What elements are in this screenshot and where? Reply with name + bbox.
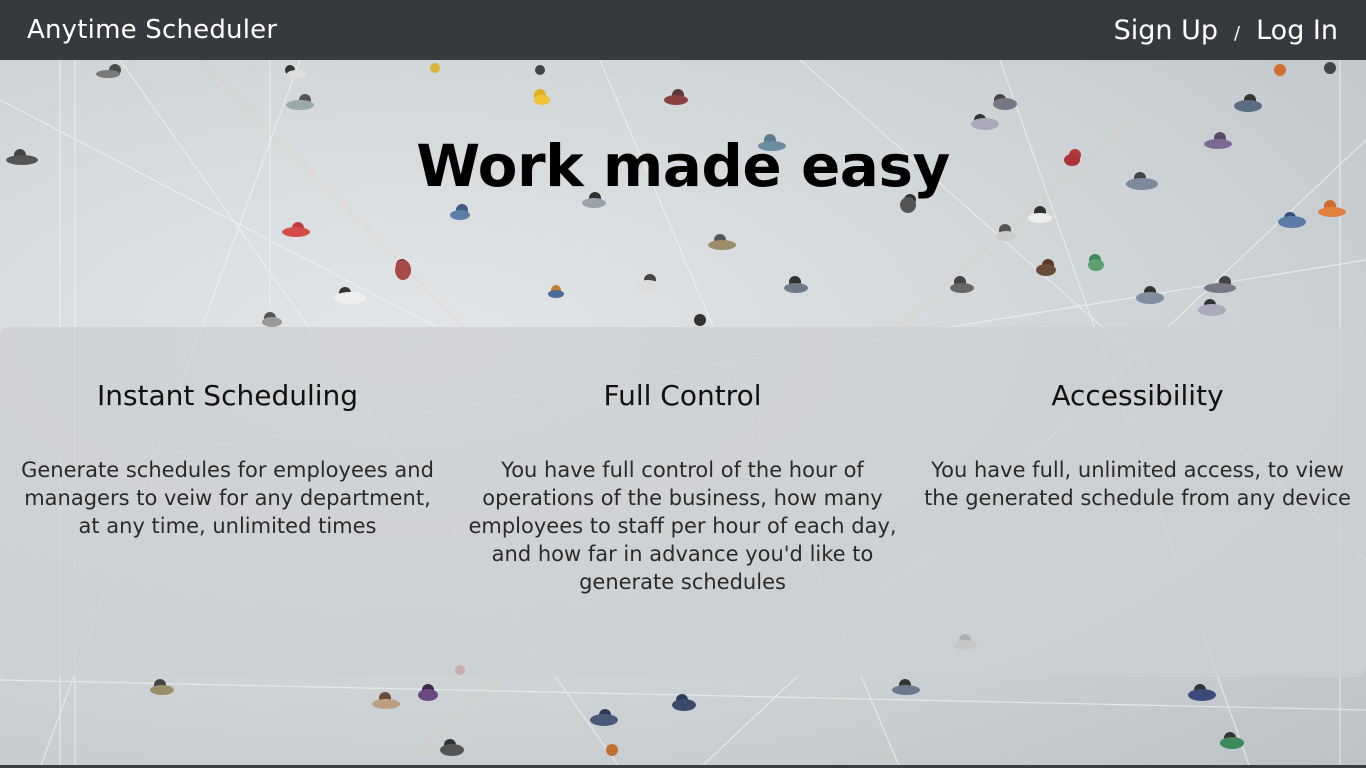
feature-accessibility: Accessibility You have full, unlimited a… bbox=[910, 327, 1365, 677]
signup-link[interactable]: Sign Up bbox=[1114, 15, 1218, 46]
feature-description: You have full, unlimited access, to view… bbox=[924, 458, 1351, 510]
feature-description: Generate schedules for employees and man… bbox=[21, 458, 434, 538]
brand-logo-link[interactable]: Anytime Scheduler bbox=[27, 15, 277, 45]
hero-title: Work made easy bbox=[416, 132, 950, 200]
auth-links: Sign Up / Log In bbox=[1114, 15, 1338, 46]
login-link[interactable]: Log In bbox=[1256, 15, 1338, 46]
nav-separator: / bbox=[1234, 22, 1241, 44]
feature-full-control: Full Control You have full control of th… bbox=[455, 327, 910, 677]
features-panel: Instant Scheduling Generate schedules fo… bbox=[0, 327, 1366, 677]
feature-title: Instant Scheduling bbox=[96, 379, 359, 412]
feature-instant-scheduling: Instant Scheduling Generate schedules fo… bbox=[0, 327, 455, 677]
feature-description: You have full control of the hour of ope… bbox=[468, 458, 897, 594]
feature-title: Full Control bbox=[603, 379, 762, 412]
top-navbar: Anytime Scheduler Sign Up / Log In bbox=[0, 0, 1366, 60]
feature-title: Accessibility bbox=[1051, 379, 1224, 412]
